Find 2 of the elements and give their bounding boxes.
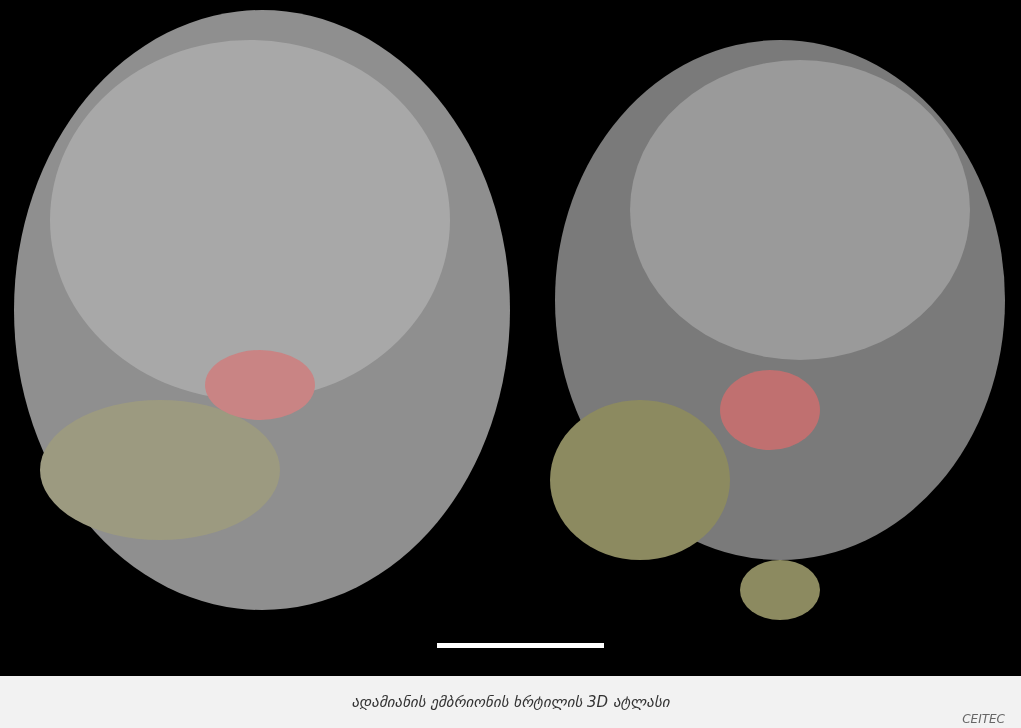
credit: CEITEC <box>962 711 1005 728</box>
caption: ადამიანის ემბრიონის ხრტილის 3D ატლასი <box>351 691 670 713</box>
